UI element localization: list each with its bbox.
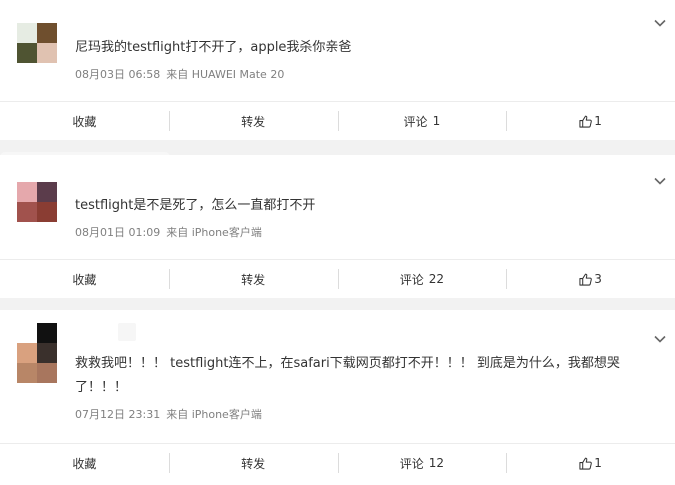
repost-button[interactable]: 转发 — [168, 444, 338, 482]
comment-label: 评论 — [399, 272, 424, 287]
like-count: 1 — [594, 114, 602, 128]
avatar[interactable] — [17, 323, 57, 383]
chevron-down-icon[interactable] — [653, 16, 667, 30]
comment-count: 22 — [428, 272, 445, 286]
repost-label: 转发 — [241, 114, 266, 129]
comment-button[interactable]: 评论 12 — [337, 444, 507, 482]
comment-meta: 07月12日 23:31 来自 iPhone客户端 — [75, 406, 262, 422]
comment-date: 08月01日 01:09 — [75, 226, 161, 239]
comment-source: 来自 HUAWEI Mate 20 — [166, 68, 285, 81]
favorite-button[interactable]: 收藏 — [0, 102, 169, 140]
comment-source: 来自 iPhone客户端 — [166, 226, 262, 239]
action-bar: 收藏 转发 评论 1 1 — [0, 101, 675, 140]
comment-date: 08月03日 06:58 — [75, 68, 161, 81]
username-placeholder — [118, 323, 136, 341]
comment-count: 1 — [432, 114, 441, 128]
comment-text: 尼玛我的testflight打不开了，apple我杀你亲爸 — [75, 40, 352, 55]
repost-label: 转发 — [241, 456, 266, 471]
comment-button[interactable]: 评论 1 — [337, 102, 507, 140]
like-button[interactable]: 1 — [506, 444, 675, 482]
avatar[interactable] — [17, 23, 57, 63]
thumbs-up-icon — [579, 273, 593, 286]
favorite-label: 收藏 — [72, 114, 97, 129]
comment-text: 救救我吧！！！ testflight连不上，在safari下载网页都打不开！！！… — [75, 356, 620, 395]
action-bar: 收藏 转发 评论 12 1 — [0, 443, 675, 482]
favorite-label: 收藏 — [72, 272, 97, 287]
comment-label: 评论 — [399, 456, 424, 471]
like-button[interactable]: 3 — [506, 260, 675, 298]
repost-button[interactable]: 转发 — [168, 102, 338, 140]
chevron-down-icon[interactable] — [653, 332, 667, 346]
comment-card: 尼玛我的testflight打不开了，apple我杀你亲爸 08月03日 06:… — [0, 0, 675, 140]
comment-date: 07月12日 23:31 — [75, 408, 161, 421]
comment-text: testflight是不是死了，怎么一直都打不开 — [75, 198, 316, 213]
thumbs-up-icon — [579, 115, 593, 128]
favorite-button[interactable]: 收藏 — [0, 444, 169, 482]
like-button[interactable]: 1 — [506, 102, 675, 140]
action-bar: 收藏 转发 评论 22 3 — [0, 259, 675, 298]
repost-label: 转发 — [241, 272, 266, 287]
comment-count: 12 — [428, 456, 445, 470]
avatar[interactable] — [17, 182, 57, 222]
chevron-down-icon[interactable] — [653, 174, 667, 188]
comment-card: testflight是不是死了，怎么一直都打不开 08月01日 01:09 来自 … — [0, 155, 675, 298]
comment-button[interactable]: 评论 22 — [337, 260, 507, 298]
comment-meta: 08月03日 06:58 来自 HUAWEI Mate 20 — [75, 66, 284, 82]
like-count: 1 — [594, 456, 602, 470]
thumbs-up-icon — [579, 457, 593, 470]
like-count: 3 — [594, 272, 602, 286]
comment-card: 救救我吧！！！ testflight连不上，在safari下载网页都打不开！！！… — [0, 310, 675, 485]
comment-source: 来自 iPhone客户端 — [166, 408, 262, 421]
favorite-label: 收藏 — [72, 456, 97, 471]
comment-feed: 尼玛我的testflight打不开了，apple我杀你亲爸 08月03日 06:… — [0, 0, 675, 485]
favorite-button[interactable]: 收藏 — [0, 260, 169, 298]
repost-button[interactable]: 转发 — [168, 260, 338, 298]
comment-meta: 08月01日 01:09 来自 iPhone客户端 — [75, 224, 262, 240]
comment-label: 评论 — [403, 114, 428, 129]
